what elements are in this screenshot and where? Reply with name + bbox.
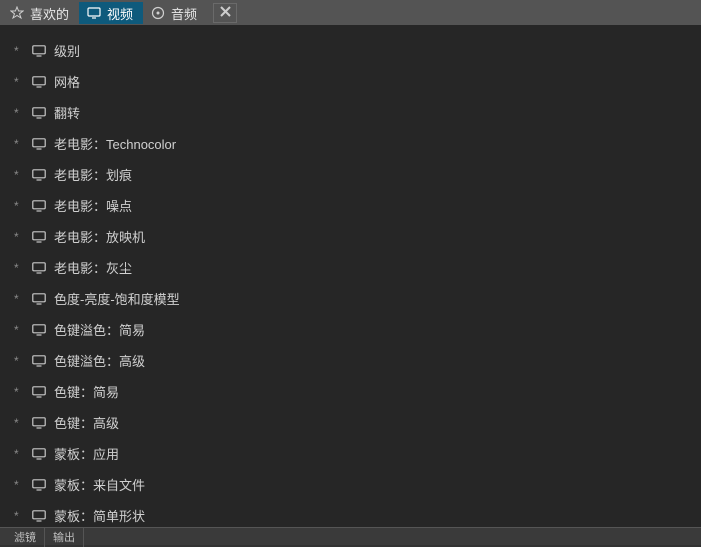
monitor-icon — [32, 107, 46, 119]
list-item-label: 蒙板：简单形状 — [54, 506, 145, 525]
tab-audio[interactable]: 音频 — [143, 2, 207, 24]
tab-label: 音频 — [171, 4, 197, 23]
monitor-icon — [32, 231, 46, 243]
favorite-marker-icon: * — [14, 75, 24, 89]
list-item[interactable]: * 色键溢色：简易 — [10, 314, 699, 345]
list-item-label: 老电影：Technocolor — [54, 134, 176, 153]
monitor-icon — [32, 324, 46, 336]
monitor-icon — [32, 45, 46, 57]
list-item-label: 老电影：灰尘 — [54, 258, 132, 277]
list-item[interactable]: * 蒙板：来自文件 — [10, 469, 699, 500]
close-icon — [220, 5, 231, 20]
monitor-icon — [32, 293, 46, 305]
list-item[interactable]: * 色键：高级 — [10, 407, 699, 438]
monitor-icon — [32, 200, 46, 212]
filter-list: *级别*网格*翻转*老电影：Technocolor*老电影：划痕*老电影：噪点*… — [0, 25, 701, 527]
list-item-label: 老电影：噪点 — [54, 196, 132, 215]
list-item-label: 老电影：放映机 — [54, 227, 145, 246]
monitor-icon — [32, 510, 46, 522]
tab-label: 喜欢的 — [30, 4, 69, 23]
monitor-icon — [32, 355, 46, 367]
close-button[interactable] — [213, 3, 237, 23]
list-item[interactable]: * 老电影：噪点 — [10, 190, 699, 221]
tab-video[interactable]: 视频 — [79, 2, 143, 24]
list-item-label: 色键：简易 — [54, 382, 119, 401]
monitor-icon — [87, 6, 101, 20]
favorite-marker-icon: * — [14, 137, 24, 151]
favorite-marker-icon: * — [14, 199, 24, 213]
monitor-icon — [32, 417, 46, 429]
bottom-tab-output[interactable]: 输出 — [45, 527, 84, 547]
favorite-marker-icon: * — [14, 354, 24, 368]
favorite-marker-icon: * — [14, 106, 24, 120]
favorite-marker-icon: * — [14, 509, 24, 523]
favorite-marker-icon: * — [14, 44, 24, 58]
list-item[interactable]: * 翻转 — [10, 97, 699, 128]
bottom-tab-filters[interactable]: 滤镜 — [6, 527, 45, 547]
favorite-marker-icon: * — [14, 168, 24, 182]
favorite-marker-icon: * — [14, 292, 24, 306]
tab-bar: 喜欢的 视频 音频 — [0, 0, 701, 25]
favorite-marker-icon: * — [14, 385, 24, 399]
monitor-icon — [32, 169, 46, 181]
monitor-icon — [32, 138, 46, 150]
bottom-bar: 滤镜 输出 — [0, 527, 701, 545]
list-item[interactable]: * 色键溢色：高级 — [10, 345, 699, 376]
monitor-icon — [32, 386, 46, 398]
favorite-marker-icon: * — [14, 230, 24, 244]
monitor-icon — [32, 448, 46, 460]
favorite-marker-icon: * — [14, 416, 24, 430]
tab-favorites[interactable]: 喜欢的 — [2, 2, 79, 24]
disc-icon — [151, 6, 165, 20]
star-icon — [10, 6, 24, 20]
list-item-label: 老电影：划痕 — [54, 165, 132, 184]
list-item[interactable]: * 色度-亮度-饱和度模型 — [10, 283, 699, 314]
list-item[interactable]: * 蒙板：应用 — [10, 438, 699, 469]
list-item[interactable]: * 老电影：划痕 — [10, 159, 699, 190]
list-item-label: 翻转 — [54, 103, 80, 122]
monitor-icon — [32, 262, 46, 274]
list-item[interactable]: * 蒙板：简单形状 — [10, 500, 699, 527]
list-item-label: 网格 — [54, 72, 80, 91]
monitor-icon — [32, 76, 46, 88]
list-item[interactable]: * 色键：简易 — [10, 376, 699, 407]
list-item-label: 蒙板：来自文件 — [54, 475, 145, 494]
list-item[interactable]: * 网格 — [10, 66, 699, 97]
favorite-marker-icon: * — [14, 261, 24, 275]
list-item-label: 色键溢色：高级 — [54, 351, 145, 370]
list-item-label: 级别 — [54, 41, 80, 60]
favorite-marker-icon: * — [14, 323, 24, 337]
list-item[interactable]: * 老电影：灰尘 — [10, 252, 699, 283]
list-item-label: 色键：高级 — [54, 413, 119, 432]
tab-label: 视频 — [107, 4, 133, 23]
monitor-icon — [32, 479, 46, 491]
list-item-label: 色键溢色：简易 — [54, 320, 145, 339]
list-item-label: 蒙板：应用 — [54, 444, 119, 463]
list-item[interactable]: * 级别 — [10, 35, 699, 66]
list-item[interactable]: * 老电影：Technocolor — [10, 128, 699, 159]
list-item-label: 色度-亮度-饱和度模型 — [54, 289, 180, 308]
list-item[interactable]: * 老电影：放映机 — [10, 221, 699, 252]
favorite-marker-icon: * — [14, 478, 24, 492]
favorite-marker-icon: * — [14, 447, 24, 461]
